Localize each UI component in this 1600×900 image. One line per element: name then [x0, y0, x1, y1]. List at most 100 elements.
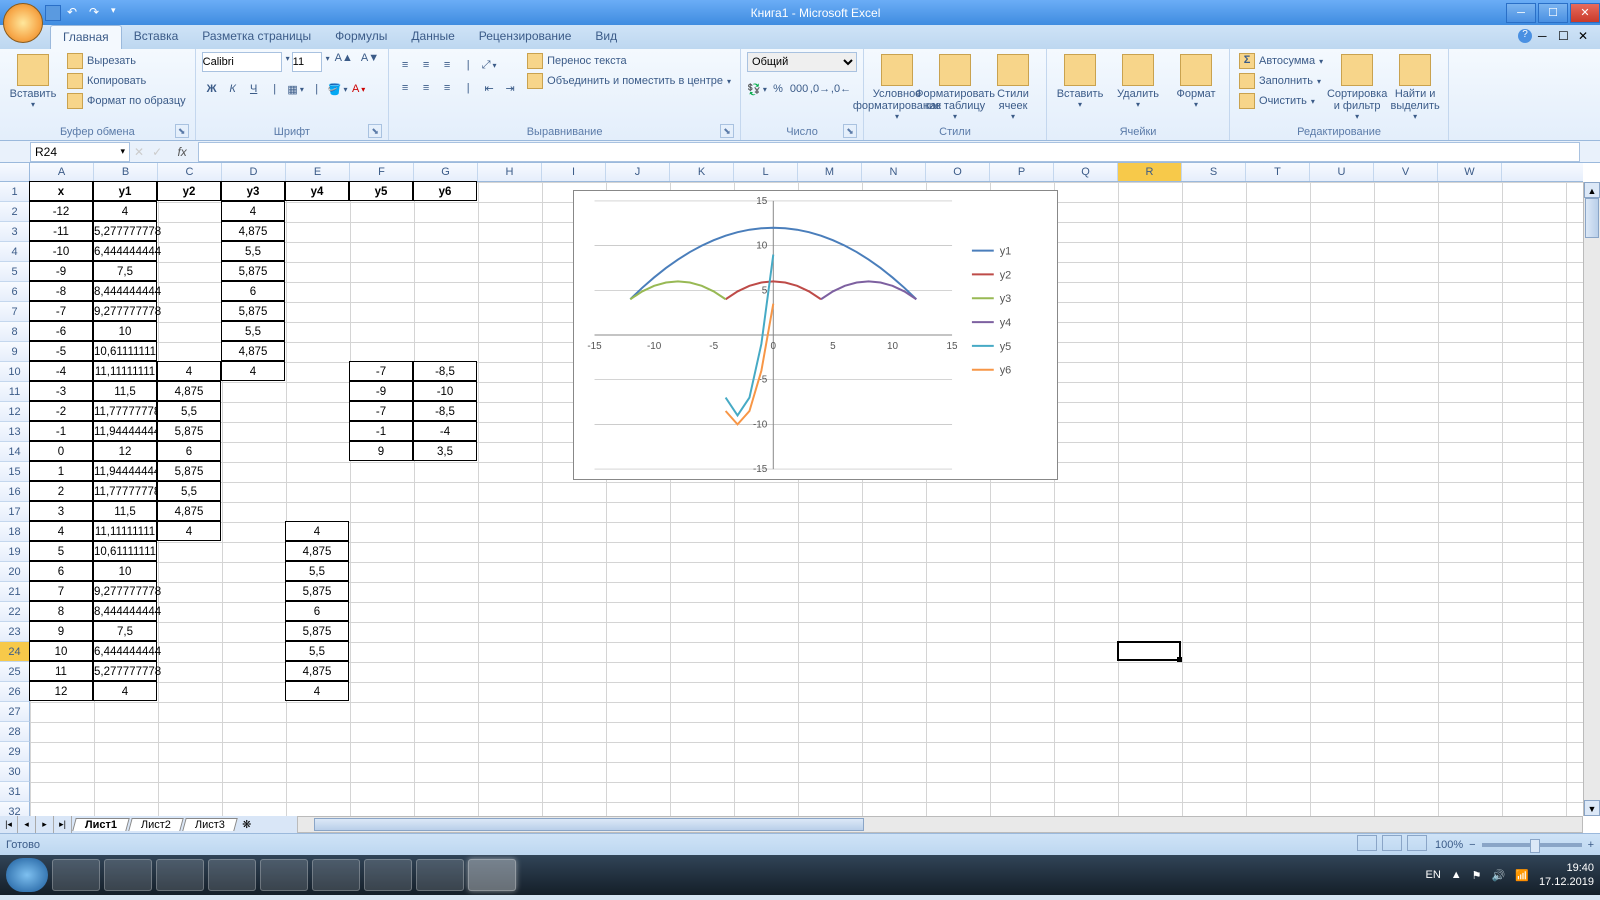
cell[interactable]: 4,875: [157, 381, 221, 401]
cell[interactable]: 11,5: [93, 501, 157, 521]
cell[interactable]: 5,875: [285, 621, 349, 641]
delete-cells-button[interactable]: Удалить▾: [1111, 52, 1165, 111]
cell[interactable]: 3,5: [413, 441, 477, 461]
row-header-13[interactable]: 13: [0, 422, 30, 442]
cell[interactable]: -9: [349, 381, 413, 401]
row-header-29[interactable]: 29: [0, 742, 30, 762]
vertical-scrollbar[interactable]: ▲ ▼: [1583, 182, 1600, 816]
format-as-table-button[interactable]: Форматировать как таблицу▾: [928, 52, 982, 123]
col-header-N[interactable]: N: [862, 163, 926, 181]
cell[interactable]: -7: [349, 361, 413, 381]
tab-review[interactable]: Рецензирование: [467, 25, 584, 49]
col-header-L[interactable]: L: [734, 163, 798, 181]
cell[interactable]: 4: [285, 681, 349, 701]
cell[interactable]: 4: [157, 361, 221, 381]
cell[interactable]: 5,277777778: [93, 221, 157, 241]
col-header-M[interactable]: M: [798, 163, 862, 181]
cell[interactable]: y2: [157, 181, 221, 201]
cell[interactable]: 5,875: [285, 581, 349, 601]
fill-button[interactable]: Заполнить▾: [1236, 72, 1326, 90]
qat-more-icon[interactable]: ▾: [111, 5, 127, 21]
vscroll-thumb[interactable]: [1585, 198, 1599, 238]
cell[interactable]: 6: [157, 441, 221, 461]
col-header-T[interactable]: T: [1246, 163, 1310, 181]
cell[interactable]: x: [29, 181, 93, 201]
cell[interactable]: 11,11111111: [93, 361, 157, 381]
copy-button[interactable]: Копировать: [64, 72, 189, 90]
cell[interactable]: 11,11111111: [93, 521, 157, 541]
cell[interactable]: 4,875: [285, 541, 349, 561]
sheet-nav-next-icon[interactable]: ▸: [36, 816, 54, 833]
col-header-U[interactable]: U: [1310, 163, 1374, 181]
row-header-16[interactable]: 16: [0, 482, 30, 502]
taskbar-explorer[interactable]: [104, 859, 152, 891]
cell[interactable]: -5: [29, 341, 93, 361]
row-header-1[interactable]: 1: [0, 182, 30, 202]
insert-cells-button[interactable]: Вставить▾: [1053, 52, 1107, 111]
row-header-21[interactable]: 21: [0, 582, 30, 602]
cell[interactable]: 9: [349, 441, 413, 461]
row-header-7[interactable]: 7: [0, 302, 30, 322]
tab-formulas[interactable]: Формулы: [323, 25, 399, 49]
cell[interactable]: 12: [93, 441, 157, 461]
decrease-decimal-icon[interactable]: ,0←: [831, 79, 851, 99]
format-cells-button[interactable]: Формат▾: [1169, 52, 1223, 111]
cell[interactable]: -8: [29, 281, 93, 301]
cell[interactable]: 4,875: [221, 341, 285, 361]
cell[interactable]: 8: [29, 601, 93, 621]
cell[interactable]: 4: [221, 201, 285, 221]
cell[interactable]: 4,875: [285, 661, 349, 681]
cell[interactable]: 5,875: [157, 421, 221, 441]
font-size-dropdown-icon[interactable]: [324, 52, 330, 72]
cell[interactable]: 1: [29, 461, 93, 481]
tab-view[interactable]: Вид: [583, 25, 629, 49]
cell[interactable]: 6,444444444: [93, 241, 157, 261]
row-header-22[interactable]: 22: [0, 602, 30, 622]
align-right-icon[interactable]: ≡: [437, 78, 457, 98]
row-header-20[interactable]: 20: [0, 562, 30, 582]
col-header-W[interactable]: W: [1438, 163, 1502, 181]
cell[interactable]: 4: [93, 681, 157, 701]
ribbon-restore-icon[interactable]: ☐: [1558, 29, 1572, 43]
col-header-B[interactable]: B: [94, 163, 158, 181]
comma-icon[interactable]: 000: [789, 79, 809, 99]
scroll-down-icon[interactable]: ▼: [1584, 800, 1600, 816]
cell[interactable]: 7,5: [93, 261, 157, 281]
cell[interactable]: 9: [29, 621, 93, 641]
cell[interactable]: -9: [29, 261, 93, 281]
borders-button[interactable]: ▦: [286, 79, 306, 99]
row-header-17[interactable]: 17: [0, 502, 30, 522]
cell[interactable]: 5,5: [157, 481, 221, 501]
cell[interactable]: -4: [29, 361, 93, 381]
cell[interactable]: 6,444444444: [93, 641, 157, 661]
number-dialog-icon[interactable]: ⬊: [843, 124, 857, 138]
tray-flag-icon[interactable]: ▲: [1451, 869, 1462, 881]
fill-color-button[interactable]: 🪣: [328, 79, 348, 99]
new-sheet-icon[interactable]: ❋: [236, 818, 257, 831]
merge-center-button[interactable]: Объединить и поместить в центре▾: [524, 72, 734, 90]
sheet-nav-first-icon[interactable]: |◂: [0, 816, 18, 833]
cell[interactable]: 11,77777778: [93, 401, 157, 421]
cell[interactable]: 9,277777778: [93, 301, 157, 321]
scroll-up-icon[interactable]: ▲: [1584, 182, 1600, 198]
col-header-G[interactable]: G: [414, 163, 478, 181]
cell[interactable]: -10: [413, 381, 477, 401]
increase-indent-icon[interactable]: ⇥: [500, 78, 520, 98]
cell[interactable]: 11: [29, 661, 93, 681]
zoom-level[interactable]: 100%: [1435, 839, 1463, 851]
col-header-V[interactable]: V: [1374, 163, 1438, 181]
col-header-H[interactable]: H: [478, 163, 542, 181]
hscroll-thumb[interactable]: [314, 818, 864, 831]
cell[interactable]: -8,5: [413, 361, 477, 381]
formula-input[interactable]: [198, 142, 1580, 162]
col-header-K[interactable]: K: [670, 163, 734, 181]
decrease-indent-icon[interactable]: ⇤: [479, 78, 499, 98]
cell[interactable]: 11,94444444: [93, 421, 157, 441]
cell[interactable]: 11,94444444: [93, 461, 157, 481]
start-button[interactable]: [6, 858, 48, 892]
row-header-15[interactable]: 15: [0, 462, 30, 482]
sheet-tab-3[interactable]: Лист3: [182, 818, 238, 831]
taskbar-app1[interactable]: [312, 859, 360, 891]
zoom-out-icon[interactable]: −: [1469, 839, 1475, 851]
worksheet-grid[interactable]: ABCDEFGHIJKLMNOPQRSTUVW 1234567891011121…: [0, 163, 1600, 833]
